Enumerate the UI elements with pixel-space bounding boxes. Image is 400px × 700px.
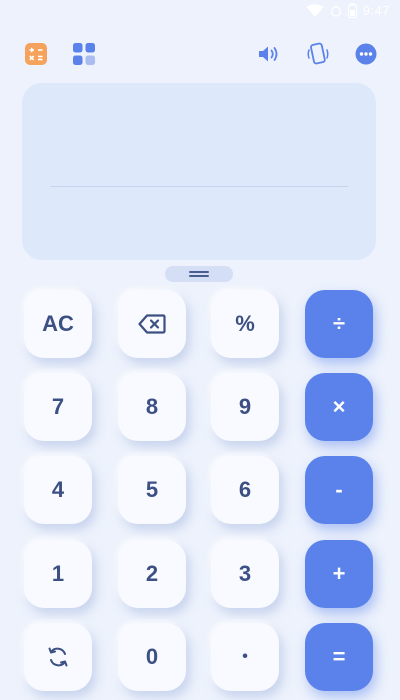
digit-8-button[interactable]: 8 (118, 373, 186, 441)
backspace-button[interactable] (118, 290, 186, 358)
apps-grid-button[interactable] (70, 40, 98, 68)
drag-handle-line (189, 271, 209, 273)
toggle-sign-button[interactable] (24, 623, 92, 691)
backspace-icon (138, 314, 166, 334)
status-time: 9:47 (362, 3, 390, 18)
sound-icon (259, 46, 278, 62)
subtract-button[interactable]: - (305, 456, 373, 524)
vibration-button[interactable] (304, 40, 332, 68)
status-bar: 9:47 (0, 0, 400, 26)
percent-button[interactable]: % (211, 290, 279, 358)
digit-2-button[interactable]: 2 (118, 540, 186, 608)
calculator-mode-button[interactable] (22, 40, 50, 68)
vibration-icon (307, 42, 329, 65)
sound-button[interactable] (255, 40, 283, 68)
divide-button[interactable]: ÷ (305, 290, 373, 358)
display-divider (50, 186, 348, 187)
digit-6-button[interactable]: 6 (211, 456, 279, 524)
rotate-icon (48, 647, 68, 667)
digit-5-button[interactable]: 5 (118, 456, 186, 524)
digit-7-button[interactable]: 7 (24, 373, 92, 441)
digit-0-button[interactable]: 0 (118, 623, 186, 691)
calculator-mode-icon (25, 43, 47, 65)
multiply-button[interactable]: × (305, 373, 373, 441)
keypad-drag-handle[interactable] (165, 266, 233, 282)
equals-button[interactable]: = (305, 623, 373, 691)
apps-grid-icon (73, 43, 95, 65)
status-icons: 9:47 (306, 3, 390, 18)
digit-9-button[interactable]: 9 (211, 373, 279, 441)
more-button[interactable] (352, 40, 380, 68)
digit-4-button[interactable]: 4 (24, 456, 92, 524)
more-icon (355, 43, 377, 65)
digit-3-button[interactable]: 3 (211, 540, 279, 608)
add-button[interactable]: + (305, 540, 373, 608)
calculator-display (22, 83, 376, 260)
battery-icon (347, 3, 357, 18)
decimal-button[interactable]: • (211, 623, 279, 691)
clear-all-button[interactable]: AC (24, 290, 92, 358)
drag-handle-line (189, 275, 209, 277)
alarm-icon (330, 5, 341, 17)
wifi-icon (306, 3, 324, 17)
digit-1-button[interactable]: 1 (24, 540, 92, 608)
